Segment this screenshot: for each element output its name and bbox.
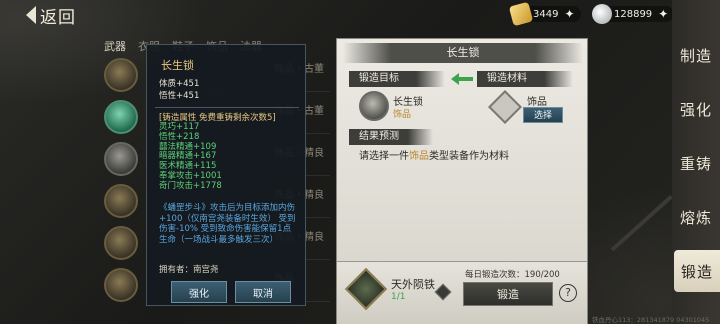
nav-craft[interactable]: 制造 [676,34,716,76]
result-preview-text: 请选择一件饰品类型装备作为材料 [359,147,509,162]
result-preview-label: 结果预测 [349,129,433,145]
forge-target-label: 锻造目标 [349,71,445,87]
cost-item-count: 1/1 [391,292,406,302]
meteorite-iron-icon [344,267,388,311]
item-slot[interactable] [104,226,138,260]
tooltip-divider [155,107,299,108]
forge-panel: 长生锁 锻造目标 锻造材料 长生锁 饰品 饰品 选择 结果预测 请选择一件饰品类… [336,38,588,324]
gold-currency[interactable]: 3449 ✦ [508,1,581,27]
add-gold-icon[interactable]: ✦ [564,7,574,21]
right-nav: 制造 强化 重铸 熔炼 锻造 [672,0,720,324]
item-slot[interactable] [104,58,138,92]
tooltip-base-stats: 体质+451 悟性+451 [159,79,199,102]
material-type: 饰品 [527,97,547,108]
enhance-button[interactable]: 强化 [171,281,227,303]
cost-item-name: 天外陨铁 [391,278,435,291]
back-button[interactable]: 返回 [26,4,88,28]
iron-small-icon [434,283,452,301]
preview-highlight: 饰品 [409,151,429,162]
select-material-button[interactable]: 选择 [523,107,563,123]
stat-line: 体质+451 [159,79,200,89]
target-item-type: 饰品 [393,110,412,120]
nav-enhance[interactable]: 强化 [676,88,716,130]
item-slot[interactable] [104,268,138,302]
forge-panel-title: 长生锁 [343,43,583,63]
back-arrow-icon [26,6,36,24]
forge-attr-list: 灵巧+117 悟性+218 囍法精通+109 暗器精通+167 医术精通+115… [159,122,222,192]
item-list [104,58,144,310]
preview-suffix: 类型装备作为材料 [429,151,509,162]
watermark-text: 铁血丹心113：281341879 04301045 [592,316,710,324]
silver-amount: 128899 [614,8,653,20]
lock-amulet-icon[interactable] [359,91,389,121]
stat-line: 悟性+451 [159,90,200,101]
tab-weapon[interactable]: 武器 [104,38,126,54]
item-slot[interactable] [104,184,138,218]
item-tooltip: 长生锁 体质+451 悟性+451 [铸造属性 免费重铸剩余次数5] 灵巧+11… [146,44,306,306]
item-slot[interactable] [104,142,138,176]
help-icon[interactable]: ? [559,284,577,302]
forge-cost-strip: 天外陨铁 1/1 每日锻造次数：190/200 锻造 ? [337,261,587,324]
cancel-button[interactable]: 取消 [235,281,291,303]
material-slot[interactable] [488,90,522,124]
preview-prefix: 请选择一件 [359,151,409,162]
nav-smelt[interactable]: 熔炼 [676,196,716,238]
daily-forge-count: 每日锻造次数：190/200 [465,270,560,280]
nav-recast[interactable]: 重铸 [676,142,716,184]
forge-material-label: 锻造材料 [477,71,573,87]
forge-attr: 奇门攻击+1778 [159,180,222,191]
item-slot[interactable] [104,100,138,134]
top-bar: 返回 3449 ✦ 128899 ✦ [0,0,720,30]
gold-amount: 3449 [533,8,559,20]
forge-button[interactable]: 锻造 [463,282,553,306]
add-silver-icon[interactable]: ✦ [658,7,668,21]
nav-forge[interactable]: 锻造 [674,250,720,292]
silver-currency[interactable]: 128899 ✦ [592,4,675,24]
target-item-name: 长生锁 [393,97,423,108]
arrow-left-icon [451,73,473,85]
skill-description: 《蟠罡步斗》攻击后为目标添加内伤+100（仅南宫尧装备时生效） 受到伤害-10%… [159,203,296,245]
item-owner: 拥有者：南宫尧 [159,265,219,275]
silver-coin-icon [592,4,612,24]
tooltip-title: 长生锁 [161,59,194,72]
back-label: 返回 [40,7,76,28]
